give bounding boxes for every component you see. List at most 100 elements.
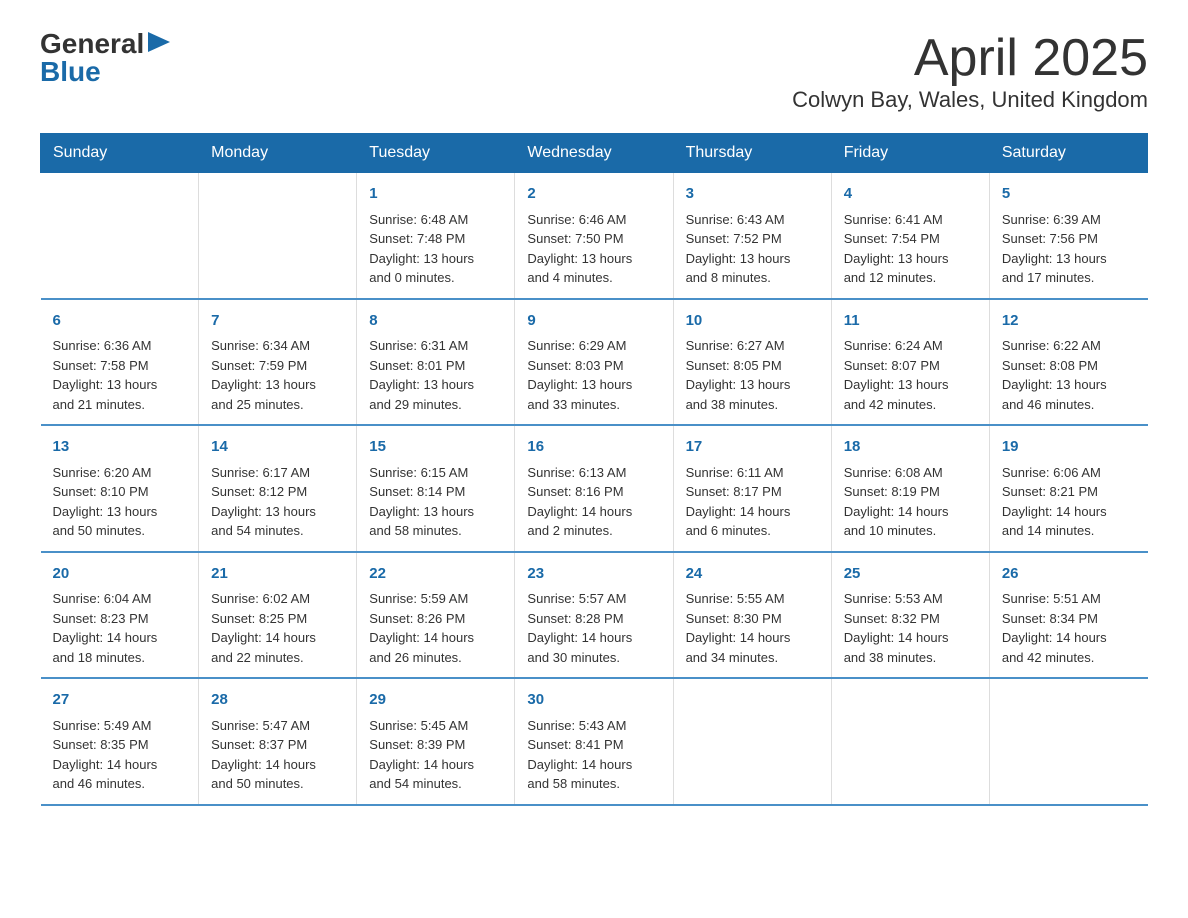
calendar-cell: 27 Sunrise: 5:49 AMSunset: 8:35 PMDayligh… (41, 678, 199, 805)
logo: General Blue (40, 30, 170, 86)
day-info: Sunrise: 6:48 AMSunset: 7:48 PMDaylight:… (369, 210, 502, 288)
calendar-cell: 22Sunrise: 5:59 AMSunset: 8:26 PMDayligh… (357, 552, 515, 679)
day-of-week-tuesday: Tuesday (357, 134, 515, 173)
day-info: Sunrise: 5:47 AMSunset: 8:37 PMDaylight:… (211, 716, 344, 794)
days-of-week-row: SundayMondayTuesdayWednesdayThursdayFrid… (41, 134, 1148, 173)
calendar-cell: 7 Sunrise: 6:34 AMSunset: 7:59 PMDaylight… (199, 299, 357, 426)
day-info: Sunrise: 6:43 AMSunset: 7:52 PMDaylight:… (686, 210, 819, 288)
day-info: Sunrise: 5:43 AMSunset: 8:41 PMDaylight:… (527, 716, 660, 794)
day-info: Sunrise: 5:57 AMSunset: 8:28 PMDaylight:… (527, 589, 660, 667)
day-number: 28 (211, 689, 344, 712)
calendar-cell: 16 Sunrise: 6:13 AMSunset: 8:16 PMDayligh… (515, 425, 673, 552)
logo-general-text: General (40, 30, 144, 58)
calendar-cell: 19 Sunrise: 6:06 AMSunset: 8:21 PMDayligh… (989, 425, 1147, 552)
calendar-cell: 21 Sunrise: 6:02 AMSunset: 8:25 PMDayligh… (199, 552, 357, 679)
day-number: 6 (53, 310, 187, 333)
calendar-cell: 14 Sunrise: 6:17 AMSunset: 8:12 PMDayligh… (199, 425, 357, 552)
calendar-cell: 26 Sunrise: 5:51 AMSunset: 8:34 PMDayligh… (989, 552, 1147, 679)
logo-arrow-icon (148, 32, 170, 52)
calendar-cell: 8Sunrise: 6:31 AMSunset: 8:01 PMDaylight… (357, 299, 515, 426)
calendar-cell: 15Sunrise: 6:15 AMSunset: 8:14 PMDayligh… (357, 425, 515, 552)
day-number: 11 (844, 310, 977, 333)
day-number: 19 (1002, 436, 1136, 459)
calendar-header: SundayMondayTuesdayWednesdayThursdayFrid… (41, 134, 1148, 173)
day-number: 16 (527, 436, 660, 459)
day-info: Sunrise: 6:04 AMSunset: 8:23 PMDaylight:… (53, 589, 187, 667)
calendar-cell (831, 678, 989, 805)
calendar-cell: 3 Sunrise: 6:43 AMSunset: 7:52 PMDaylight… (673, 173, 831, 299)
calendar-cell: 9 Sunrise: 6:29 AMSunset: 8:03 PMDaylight… (515, 299, 673, 426)
day-info: Sunrise: 6:36 AMSunset: 7:58 PMDaylight:… (53, 336, 187, 414)
day-number: 3 (686, 183, 819, 206)
month-year-title: April 2025 (792, 30, 1148, 87)
day-info: Sunrise: 5:51 AMSunset: 8:34 PMDaylight:… (1002, 589, 1136, 667)
calendar-cell: 13Sunrise: 6:20 AMSunset: 8:10 PMDayligh… (41, 425, 199, 552)
title-section: April 2025 Colwyn Bay, Wales, United Kin… (792, 30, 1148, 113)
day-info: Sunrise: 6:31 AMSunset: 8:01 PMDaylight:… (369, 336, 502, 414)
day-number: 13 (53, 436, 187, 459)
day-info: Sunrise: 5:49 AMSunset: 8:35 PMDaylight:… (53, 716, 187, 794)
day-info: Sunrise: 6:22 AMSunset: 8:08 PMDaylight:… (1002, 336, 1136, 414)
day-number: 15 (369, 436, 502, 459)
day-number: 14 (211, 436, 344, 459)
day-number: 29 (369, 689, 502, 712)
day-of-week-thursday: Thursday (673, 134, 831, 173)
day-number: 7 (211, 310, 344, 333)
day-number: 20 (53, 563, 187, 586)
day-info: Sunrise: 6:11 AMSunset: 8:17 PMDaylight:… (686, 463, 819, 541)
day-info: Sunrise: 6:46 AMSunset: 7:50 PMDaylight:… (527, 210, 660, 288)
day-number: 21 (211, 563, 344, 586)
calendar-cell (989, 678, 1147, 805)
calendar-cell: 25 Sunrise: 5:53 AMSunset: 8:32 PMDayligh… (831, 552, 989, 679)
calendar-cell (41, 173, 199, 299)
day-number: 18 (844, 436, 977, 459)
day-of-week-wednesday: Wednesday (515, 134, 673, 173)
day-number: 10 (686, 310, 819, 333)
calendar-cell: 1Sunrise: 6:48 AMSunset: 7:48 PMDaylight… (357, 173, 515, 299)
day-info: Sunrise: 6:39 AMSunset: 7:56 PMDaylight:… (1002, 210, 1136, 288)
day-info: Sunrise: 6:02 AMSunset: 8:25 PMDaylight:… (211, 589, 344, 667)
calendar-cell: 5 Sunrise: 6:39 AMSunset: 7:56 PMDaylight… (989, 173, 1147, 299)
day-number: 26 (1002, 563, 1136, 586)
day-info: Sunrise: 6:27 AMSunset: 8:05 PMDaylight:… (686, 336, 819, 414)
day-info: Sunrise: 6:24 AMSunset: 8:07 PMDaylight:… (844, 336, 977, 414)
day-number: 9 (527, 310, 660, 333)
day-number: 23 (527, 563, 660, 586)
page-header: General Blue April 2025 Colwyn Bay, Wale… (40, 30, 1148, 113)
calendar-table: SundayMondayTuesdayWednesdayThursdayFrid… (40, 133, 1148, 806)
calendar-cell: 11 Sunrise: 6:24 AMSunset: 8:07 PMDayligh… (831, 299, 989, 426)
calendar-week-row: 20 Sunrise: 6:04 AMSunset: 8:23 PMDayligh… (41, 552, 1148, 679)
day-info: Sunrise: 6:41 AMSunset: 7:54 PMDaylight:… (844, 210, 977, 288)
calendar-cell: 29Sunrise: 5:45 AMSunset: 8:39 PMDayligh… (357, 678, 515, 805)
day-info: Sunrise: 6:06 AMSunset: 8:21 PMDaylight:… (1002, 463, 1136, 541)
day-info: Sunrise: 6:13 AMSunset: 8:16 PMDaylight:… (527, 463, 660, 541)
day-info: Sunrise: 6:34 AMSunset: 7:59 PMDaylight:… (211, 336, 344, 414)
calendar-cell: 4Sunrise: 6:41 AMSunset: 7:54 PMDaylight… (831, 173, 989, 299)
day-info: Sunrise: 5:59 AMSunset: 8:26 PMDaylight:… (369, 589, 502, 667)
day-info: Sunrise: 6:17 AMSunset: 8:12 PMDaylight:… (211, 463, 344, 541)
day-of-week-monday: Monday (199, 134, 357, 173)
day-number: 25 (844, 563, 977, 586)
day-info: Sunrise: 6:29 AMSunset: 8:03 PMDaylight:… (527, 336, 660, 414)
calendar-body: 1Sunrise: 6:48 AMSunset: 7:48 PMDaylight… (41, 173, 1148, 805)
calendar-cell: 28 Sunrise: 5:47 AMSunset: 8:37 PMDayligh… (199, 678, 357, 805)
calendar-cell: 12 Sunrise: 6:22 AMSunset: 8:08 PMDayligh… (989, 299, 1147, 426)
calendar-cell: 17Sunrise: 6:11 AMSunset: 8:17 PMDayligh… (673, 425, 831, 552)
calendar-week-row: 27 Sunrise: 5:49 AMSunset: 8:35 PMDayligh… (41, 678, 1148, 805)
calendar-week-row: 13Sunrise: 6:20 AMSunset: 8:10 PMDayligh… (41, 425, 1148, 552)
logo-blue-text: Blue (40, 58, 101, 86)
day-number: 24 (686, 563, 819, 586)
day-of-week-sunday: Sunday (41, 134, 199, 173)
calendar-cell: 10 Sunrise: 6:27 AMSunset: 8:05 PMDayligh… (673, 299, 831, 426)
day-number: 2 (527, 183, 660, 206)
calendar-cell: 23 Sunrise: 5:57 AMSunset: 8:28 PMDayligh… (515, 552, 673, 679)
day-of-week-saturday: Saturday (989, 134, 1147, 173)
calendar-cell (673, 678, 831, 805)
day-number: 12 (1002, 310, 1136, 333)
day-number: 27 (53, 689, 187, 712)
day-info: Sunrise: 5:55 AMSunset: 8:30 PMDaylight:… (686, 589, 819, 667)
day-info: Sunrise: 5:53 AMSunset: 8:32 PMDaylight:… (844, 589, 977, 667)
calendar-cell: 18Sunrise: 6:08 AMSunset: 8:19 PMDayligh… (831, 425, 989, 552)
day-number: 5 (1002, 183, 1136, 206)
calendar-week-row: 1Sunrise: 6:48 AMSunset: 7:48 PMDaylight… (41, 173, 1148, 299)
